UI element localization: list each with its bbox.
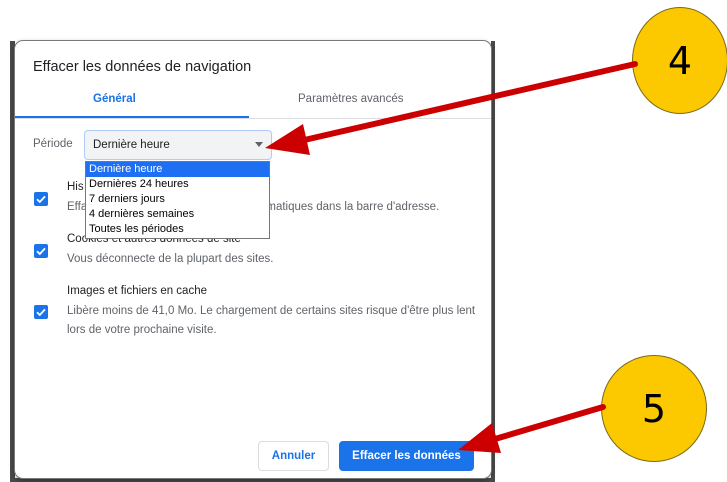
step-5-callout: 5	[601, 355, 707, 462]
tab-divider	[15, 118, 491, 119]
checkmark-icon	[36, 247, 46, 256]
cancel-button[interactable]: Annuler	[258, 441, 329, 471]
checkmark-icon	[36, 308, 46, 317]
clear-data-button[interactable]: Effacer les données	[339, 441, 474, 471]
period-option-last-hour[interactable]: Dernière heure	[86, 162, 269, 177]
checkmark-icon	[36, 195, 46, 204]
period-select-value: Dernière heure	[93, 139, 170, 151]
tab-general[interactable]: Général	[93, 93, 136, 105]
period-option-4-weeks[interactable]: 4 dernières semaines	[86, 207, 269, 222]
backdrop-right	[491, 41, 495, 478]
cache-description: Libère moins de 41,0 Mo. Le chargement d…	[67, 305, 476, 336]
checkbox-history[interactable]	[34, 192, 48, 206]
period-option-all-time[interactable]: Toutes les périodes	[86, 222, 269, 237]
chevron-down-icon	[255, 142, 263, 147]
dialog-title: Effacer les données de navigation	[33, 59, 252, 75]
period-select[interactable]: Dernière heure	[84, 130, 272, 160]
period-label: Période	[33, 138, 73, 150]
cookies-description: Vous déconnecte de la plupart des sites.	[67, 253, 274, 265]
checkbox-cookies[interactable]	[34, 244, 48, 258]
cache-title: Images et fichiers en cache	[67, 285, 207, 297]
backdrop-bottom	[10, 478, 495, 482]
history-description-end: automatiques dans la barre d'adresse.	[244, 201, 440, 213]
step-4-callout: 4	[632, 7, 727, 114]
period-dropdown-list: Dernière heure Dernières 24 heures 7 der…	[85, 161, 270, 239]
clear-browsing-data-dialog: Effacer les données de navigation Généra…	[15, 41, 491, 478]
history-title: His	[67, 181, 84, 193]
screenshot-root: Effacer les données de navigation Généra…	[0, 0, 727, 482]
checkbox-cache[interactable]	[34, 305, 48, 319]
period-option-7-days[interactable]: 7 derniers jours	[86, 192, 269, 207]
period-option-24-hours[interactable]: Dernières 24 heures	[86, 177, 269, 192]
tab-advanced-settings[interactable]: Paramètres avancés	[298, 93, 403, 105]
